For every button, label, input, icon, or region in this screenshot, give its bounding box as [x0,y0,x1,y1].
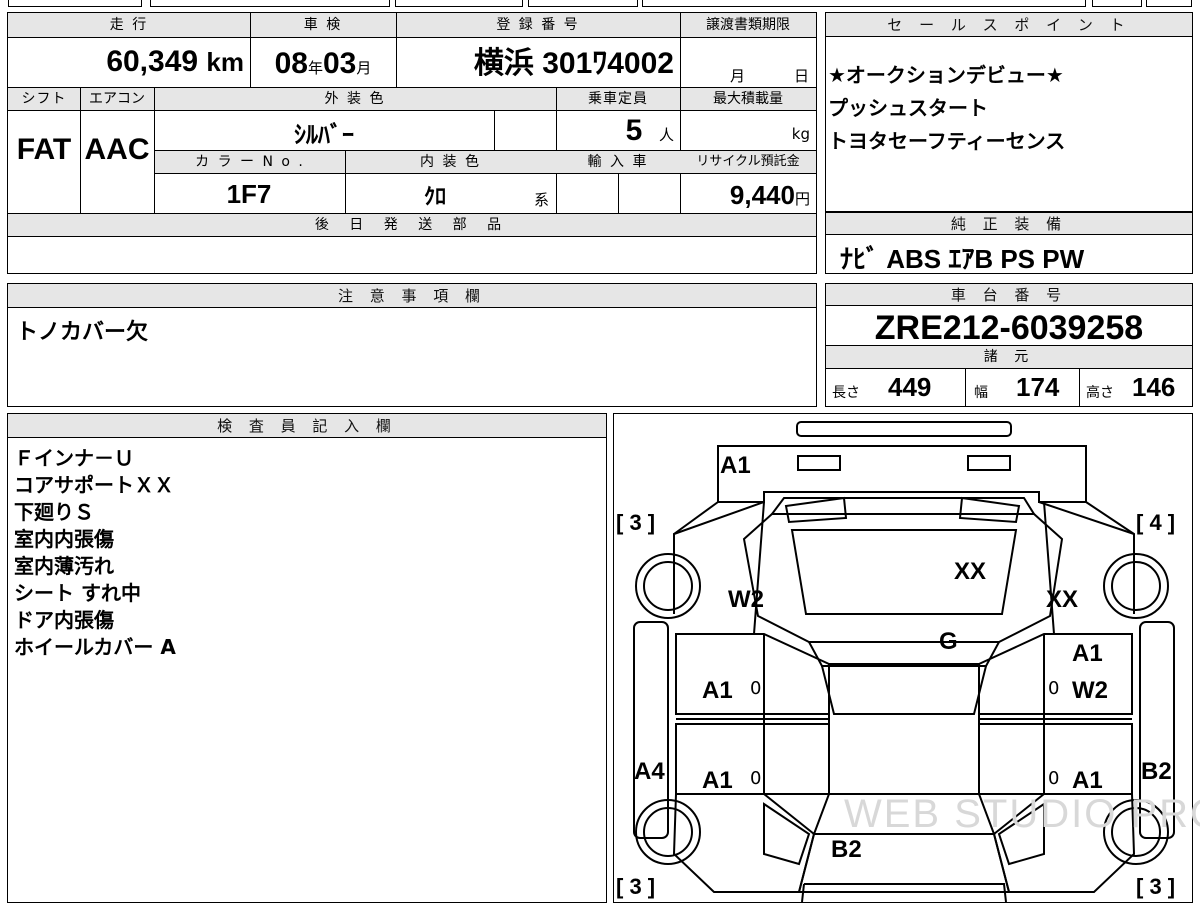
exterior-color-label: 外 装 色 [154,88,556,110]
chassis-value: ZRE212-6039258 [874,309,1144,347]
height-label: 高さ [1086,385,1114,401]
chassis-box: 車 台 番 号 ZRE212-6039258 諸 元 長さ 449 幅 174 … [825,283,1193,407]
mark-left-front-door: A1 [702,677,733,704]
inspector-box: 検 査 員 記 入 欄 Ｆインナ－Ｕ コアサポートＸＸ 下廻りＳ 室内内張傷 室… [7,413,607,903]
tire-right-front: [ 4 ] [1136,510,1176,535]
aircon-value: AAC [84,133,150,166]
interior-color-value: ｸﾛ [423,185,446,210]
aircon-label: エアコン [80,88,154,110]
width-value: 174 [1016,372,1060,402]
registration-value: 横浜 301ﾜ4002 [473,47,674,80]
zero-mark-1: 0 [750,678,762,699]
equipment-value: ﾅﾋﾞ ABS ｴｱB PS PW [840,244,1085,274]
tire-left-front: [ 3 ] [616,510,656,535]
capacity-value: 5 人 [625,114,674,147]
mark-front-bumper: A1 [720,452,751,479]
car-diagram-box: WEB STUDIO PRO A1 XX W2 XX G A1 W2 A1 A1… [613,413,1200,903]
recycle-value: 9,440円 [729,180,810,210]
zero-mark-4: 0 [1048,768,1060,789]
transfer-month-unit: 月 [730,67,746,85]
mark-right-rear-door: A1 [1072,767,1103,794]
recycle-label: リサイクル預託金 [680,151,816,173]
inspector-line-5: 室内薄汚れ [14,554,114,578]
inspector-line-2: コアサポートＸＸ [14,473,174,497]
mark-hood: XX [954,558,987,585]
exterior-color-value: ｼﾙﾊﾞｰ [294,121,354,149]
interior-color-label: 内 装 色 [345,151,556,173]
notes-value: トノカバー欠 [16,320,149,345]
length-value: 449 [888,372,932,402]
mark-left-front-fender: W2 [728,586,764,613]
transfer-label: 譲渡書類期限 [680,13,816,37]
shaken-label: 車 検 [250,13,396,37]
mark-right-front-door-2: W2 [1072,677,1108,704]
top-strip [0,0,1200,10]
tire-right-rear: [ 3 ] [1136,874,1176,899]
mark-windshield: G [939,628,958,655]
mark-right-front-door-1: A1 [1072,640,1103,667]
length-label: 長さ [832,385,860,401]
mark-right-front-fender: XX [1046,586,1079,613]
equipment-label: 純 正 装 備 [826,213,1192,235]
notes-box: 注 意 事 項 欄 トノカバー欠 [7,283,817,407]
info-grid: 走 行 車 検 登 録 番 号 譲渡書類期限 60,349 km 08年03月 … [7,12,817,274]
tire-left-rear: [ 3 ] [616,874,656,899]
interior-color-suffix: 系 [534,191,550,209]
registration-label: 登 録 番 号 [396,13,680,37]
mark-rear-trunk: B2 [831,836,862,863]
inspector-line-7: ドア内張傷 [14,608,114,632]
watermark: WEB STUDIO PRO [844,792,1200,836]
shaken-value: 08年03月 [274,47,372,80]
sales-points-box: セ ー ル ス ポ イ ン ト ★オークションデビュー★ プッシュスタート トヨ… [825,12,1193,212]
inspector-line-8: ホイールカバー A [14,635,176,659]
color-no-value: 1F7 [226,179,272,209]
shift-value: FAT [16,133,72,166]
max-load-unit: kg [791,125,810,143]
sales-point-line-2: プッシュスタート [828,96,988,120]
capacity-label: 乗車定員 [556,88,680,110]
chassis-label: 車 台 番 号 [826,284,1192,306]
zero-mark-3: 0 [750,768,762,789]
color-no-label: カ ラ ー N o . [155,151,345,173]
dims-label: 諸 元 [826,346,1192,368]
height-value: 146 [1132,372,1176,402]
sales-points-label: セ ー ル ス ポ イ ン ト [826,13,1192,37]
width-label: 幅 [974,385,988,401]
mileage-label: 走 行 [8,13,250,37]
inspector-line-4: 室内内張傷 [14,527,114,551]
sales-point-line-1: ★オークションデビュー★ [828,63,1064,87]
mileage-value: 60,349 km [106,45,244,78]
equipment-box: 純 正 装 備 ﾅﾋﾞ ABS ｴｱB PS PW [825,212,1193,274]
sales-point-line-3: トヨタセーフティーセンス [828,129,1066,153]
later-parts-label: 後 日 発 送 部 品 [8,214,816,236]
zero-mark-2: 0 [1048,678,1060,699]
mark-right-rear-fender: B2 [1141,758,1172,785]
mark-left-rocker: A4 [634,758,665,785]
inspector-line-6: シート すれ中 [14,581,141,605]
notes-label: 注 意 事 項 欄 [8,284,816,308]
inspector-line-3: 下廻りＳ [14,500,94,524]
transfer-day-unit: 日 [794,67,810,85]
inspector-label: 検 査 員 記 入 欄 [8,414,606,438]
max-load-label: 最大積載量 [680,88,816,110]
mark-left-rear-door: A1 [702,767,733,794]
import-label: 輸 入 車 [556,151,680,173]
shift-label: シフト [8,88,80,110]
inspector-line-1: Ｆインナ－Ｕ [14,446,134,470]
